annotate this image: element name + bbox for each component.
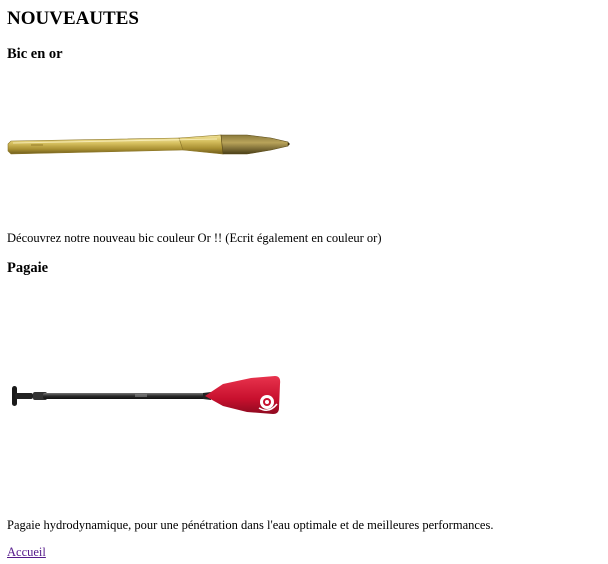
paddle-image	[12, 376, 281, 414]
product-description-gold-pen: Découvrez notre nouveau bic couleur Or !…	[7, 231, 382, 245]
product-title-gold-pen: Bic en or	[7, 46, 63, 62]
gold-pen-image	[7, 134, 290, 155]
home-link[interactable]: Accueil	[7, 544, 46, 560]
product-title-paddle: Pagaie	[7, 260, 49, 276]
page-title: NOUVEAUTES	[7, 8, 139, 29]
product-description-paddle: Pagaie hydrodynamique, pour une pénétrat…	[7, 518, 494, 532]
